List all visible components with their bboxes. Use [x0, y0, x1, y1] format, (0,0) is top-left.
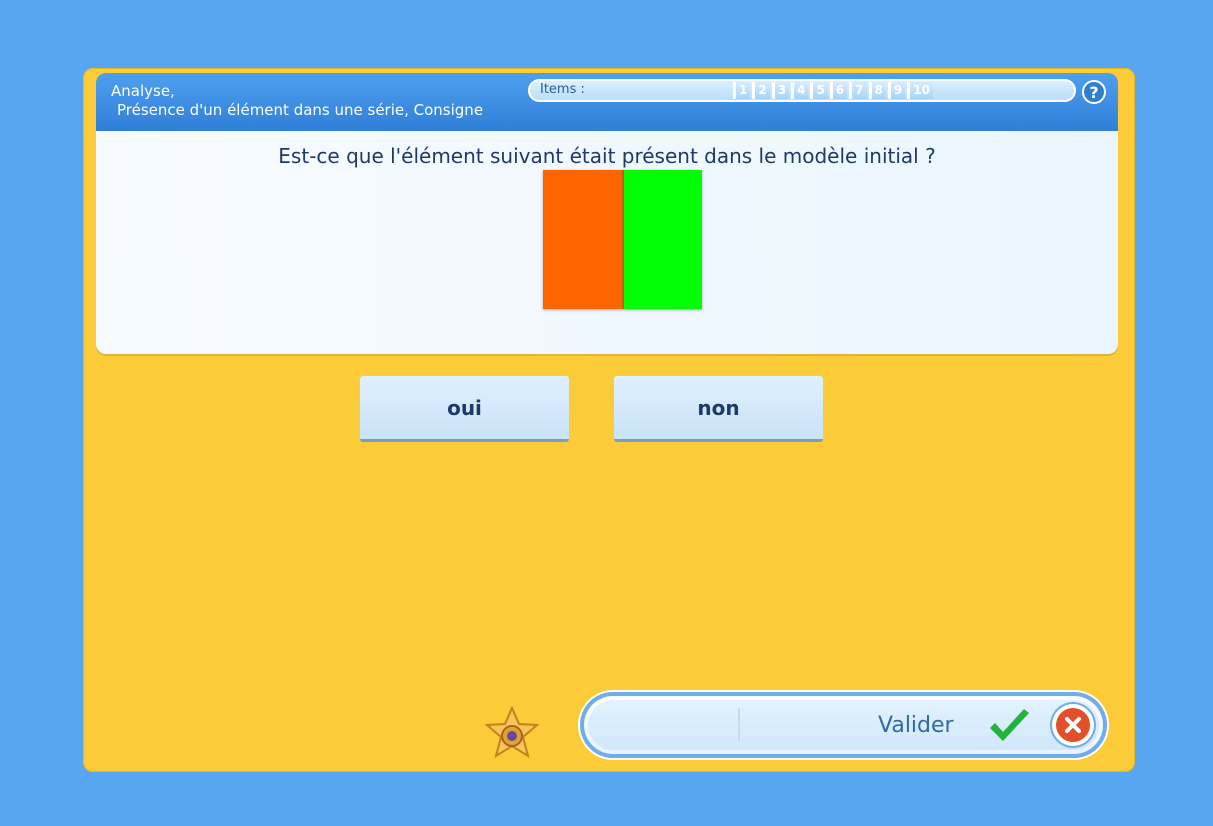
- no-button[interactable]: non: [614, 376, 823, 442]
- item-number[interactable]: 6: [829, 82, 848, 99]
- subject-line-2: Présence d'un élément dans une série, Co…: [117, 101, 484, 119]
- item-number[interactable]: 7: [849, 82, 867, 99]
- item-number[interactable]: 5: [810, 82, 828, 99]
- question-text: Est-ce que l'élément suivant était prése…: [278, 144, 936, 168]
- divider: [738, 708, 740, 742]
- item-number[interactable]: 4: [791, 82, 809, 99]
- checkmark-icon[interactable]: [986, 708, 1032, 746]
- item-number[interactable]: 10: [907, 82, 933, 99]
- element-block-orange: [543, 170, 624, 309]
- help-button[interactable]: ?: [1082, 80, 1106, 104]
- help-icon: ?: [1089, 82, 1099, 102]
- exercise-subject: Analyse, Présence d'un élément dans une …: [111, 82, 483, 120]
- close-circle-icon: [1056, 708, 1090, 742]
- items-progress-bar: Items : 1 2 3 4 5 6 7 8 9 10: [528, 79, 1076, 102]
- element-block-green: [623, 170, 702, 309]
- validation-bar-inner: Valider: [588, 700, 1099, 750]
- series-element: [543, 170, 702, 309]
- item-number[interactable]: 8: [868, 82, 886, 99]
- item-number[interactable]: 1: [733, 82, 751, 99]
- items-list: 1 2 3 4 5 6 7 8 9 10: [733, 82, 933, 99]
- subject-line-1: Analyse,: [111, 82, 175, 100]
- item-number[interactable]: 9: [887, 82, 906, 99]
- item-number[interactable]: 2: [752, 82, 770, 99]
- star-mascot-icon[interactable]: [484, 705, 540, 760]
- cancel-button[interactable]: [1052, 704, 1094, 746]
- items-label: Items :: [540, 82, 585, 97]
- validate-button[interactable]: Valider: [878, 713, 954, 738]
- item-number[interactable]: 3: [771, 82, 790, 99]
- validation-bar: Valider: [580, 692, 1107, 758]
- yes-button[interactable]: oui: [360, 376, 569, 442]
